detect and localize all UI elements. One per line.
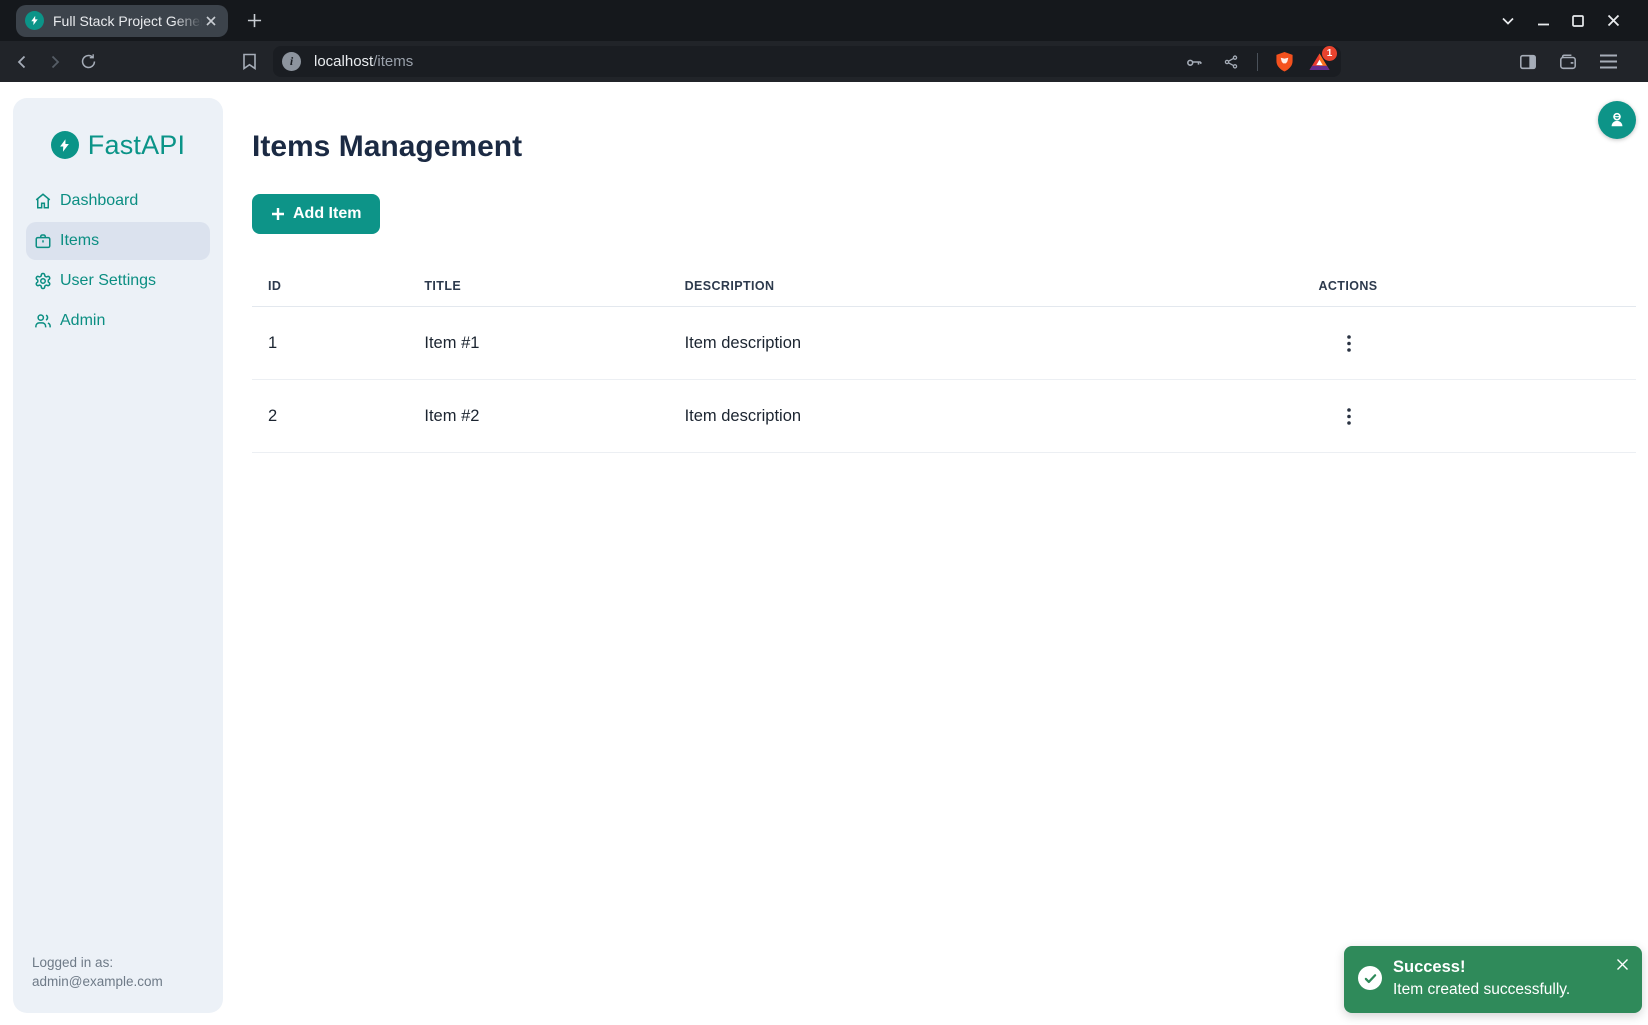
browser-tab[interactable]: Full Stack Project Genera xyxy=(16,5,228,37)
share-icon[interactable] xyxy=(1217,48,1245,76)
add-item-button[interactable]: Add Item xyxy=(252,194,380,234)
logo-text: FastAPI xyxy=(88,130,185,161)
toast-message: Item created successfully. xyxy=(1393,978,1630,1002)
cell-id: 1 xyxy=(252,334,408,353)
sidebar-item-user-settings[interactable]: User Settings xyxy=(26,262,210,300)
cell-id: 2 xyxy=(252,407,408,426)
new-tab-button[interactable] xyxy=(241,8,267,34)
logged-in-email: admin@example.com xyxy=(32,972,204,991)
users-icon xyxy=(34,312,52,330)
check-circle-icon xyxy=(1358,966,1382,990)
window-controls xyxy=(1499,12,1648,30)
items-table: ID TITLE DESCRIPTION ACTIONS 1 Item #1 I… xyxy=(252,266,1636,453)
site-info-icon[interactable]: i xyxy=(282,52,301,71)
home-icon xyxy=(34,192,52,210)
toolbar-divider xyxy=(1257,53,1258,71)
user-avatar-button[interactable] xyxy=(1598,101,1636,139)
rewards-notification-badge: 1 xyxy=(1322,46,1337,61)
row-actions-kebab-icon[interactable] xyxy=(1335,329,1363,357)
cell-description: Item description xyxy=(669,334,1303,353)
success-toast: Success! Item created successfully. xyxy=(1344,946,1642,1013)
password-key-icon[interactable] xyxy=(1180,48,1208,76)
tab-bar: Full Stack Project Genera xyxy=(0,0,1648,41)
toast-close-icon[interactable] xyxy=(1614,956,1630,972)
row-actions-kebab-icon[interactable] xyxy=(1335,402,1363,430)
cell-title: Item #1 xyxy=(408,334,668,353)
plus-icon xyxy=(271,207,285,221)
logged-in-label: Logged in as: xyxy=(32,953,204,972)
brave-rewards-icon[interactable]: 1 xyxy=(1307,50,1331,74)
browser-window: Full Stack Project Genera xyxy=(0,0,1648,1025)
cell-description: Item description xyxy=(669,407,1303,426)
table-header-row: ID TITLE DESCRIPTION ACTIONS xyxy=(252,266,1636,307)
col-header-id: ID xyxy=(252,279,408,293)
tab-close-icon[interactable] xyxy=(202,12,220,30)
url-text: localhost/items xyxy=(314,53,413,70)
toast-title: Success! xyxy=(1393,956,1630,978)
sidebar-nav: Dashboard Items User Settings xyxy=(13,182,223,340)
url-bar[interactable]: i localhost/items xyxy=(273,46,1341,77)
briefcase-icon xyxy=(34,232,52,250)
sidebar-item-dashboard[interactable]: Dashboard xyxy=(26,182,210,220)
user-avatar-icon xyxy=(1607,110,1627,130)
col-header-description: DESCRIPTION xyxy=(669,279,1303,293)
table-row: 1 Item #1 Item description xyxy=(252,307,1636,380)
fastapi-bolt-icon xyxy=(51,131,79,159)
reload-button[interactable] xyxy=(74,48,102,76)
sidebar-item-items[interactable]: Items xyxy=(26,222,210,260)
tab-search-chevron-icon[interactable] xyxy=(1499,12,1517,30)
minimize-button[interactable] xyxy=(1534,12,1552,30)
forward-button[interactable] xyxy=(41,48,69,76)
bookmark-icon[interactable] xyxy=(235,48,263,76)
back-button[interactable] xyxy=(8,48,36,76)
fastapi-favicon-icon xyxy=(25,11,44,30)
page-title: Items Management xyxy=(252,128,1636,166)
maximize-button[interactable] xyxy=(1569,12,1587,30)
tab-title: Full Stack Project Genera xyxy=(53,13,202,29)
col-header-actions: ACTIONS xyxy=(1302,279,1636,293)
main-area: Items Management Add Item ID TITLE DESCR… xyxy=(223,82,1648,1025)
sidebar: FastAPI Dashboard Items xyxy=(13,98,223,1013)
page-content: FastAPI Dashboard Items xyxy=(0,82,1648,1025)
sidebar-item-admin[interactable]: Admin xyxy=(26,302,210,340)
cell-title: Item #2 xyxy=(408,407,668,426)
sidebar-panel-icon[interactable] xyxy=(1514,48,1542,76)
wallet-icon[interactable] xyxy=(1554,48,1582,76)
logged-in-info: Logged in as: admin@example.com xyxy=(13,953,223,1013)
brave-shield-icon[interactable] xyxy=(1270,48,1298,76)
fastapi-logo: FastAPI xyxy=(13,128,223,162)
table-row: 2 Item #2 Item description xyxy=(252,380,1636,453)
gear-icon xyxy=(34,272,52,290)
menu-hamburger-icon[interactable] xyxy=(1594,48,1622,76)
browser-toolbar: i localhost/items xyxy=(0,41,1648,82)
close-window-button[interactable] xyxy=(1604,12,1622,30)
col-header-title: TITLE xyxy=(408,279,668,293)
